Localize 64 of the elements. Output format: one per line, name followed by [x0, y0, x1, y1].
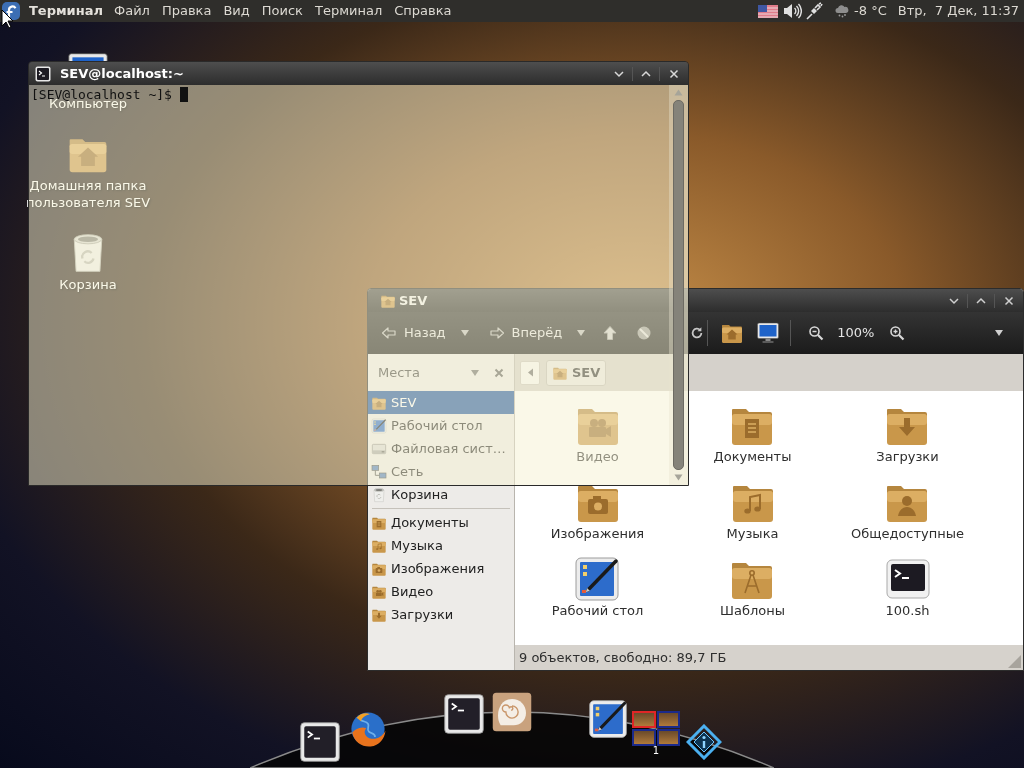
scrollbar-thumb[interactable] [673, 100, 684, 470]
folder-item[interactable]: Рабочий стол [551, 555, 644, 619]
resize-grip-icon[interactable] [1008, 655, 1021, 668]
menu-item[interactable]: Правка [155, 1, 218, 21]
workspace-thumbnail[interactable] [632, 729, 656, 746]
trash-icon [371, 486, 387, 503]
zoom-in-icon[interactable] [889, 325, 906, 341]
close-icon[interactable] [1003, 294, 1015, 307]
clock[interactable]: Втр, 7 Дек, 11:37 [897, 1, 1019, 21]
monitor-icon[interactable] [756, 321, 781, 345]
folder-item[interactable]: Загрузки [876, 401, 939, 465]
workspace-number: 1 [652, 746, 660, 756]
plug-icon[interactable] [806, 2, 824, 20]
zoom-out-icon[interactable] [808, 325, 825, 341]
terminal-icon[interactable] [443, 693, 485, 735]
stop-icon[interactable] [636, 325, 653, 341]
zoom-level: 100% [837, 324, 875, 343]
forward-arrow-icon [488, 325, 505, 341]
workspace-thumbnail[interactable] [632, 711, 656, 728]
desktop-pen-icon[interactable] [587, 698, 629, 740]
sidebar-item[interactable]: Документы [368, 511, 514, 534]
status-text: 9 объектов, свободно: 89,7 ГБ [519, 648, 727, 667]
reload-icon[interactable] [690, 326, 705, 340]
sidebar-item[interactable]: Изображения [368, 557, 514, 580]
overflow-menu-icon[interactable] [994, 328, 1004, 338]
text-cursor [179, 87, 188, 102]
desktop-pen-icon [371, 417, 387, 434]
window-title: SEV@localhost:~ [60, 64, 184, 83]
workspace-thumbnail[interactable] [656, 711, 680, 728]
sidebar-item[interactable]: Видео [368, 580, 514, 603]
menu-item[interactable]: Файл [108, 1, 156, 21]
up-arrow-icon[interactable] [602, 325, 619, 341]
folder-item[interactable]: Музыка [726, 478, 779, 542]
file-item[interactable]: 100.sh [883, 555, 932, 619]
terminal-prompt: [SEV@localhost ~]$ [31, 87, 172, 102]
left-triangle-icon [526, 368, 534, 377]
menu-item[interactable]: Вид [217, 1, 256, 21]
menu-item[interactable]: Справка [388, 1, 458, 21]
sidebar-item[interactable]: Музыка [368, 534, 514, 557]
sidebar-item[interactable]: Загрузки [368, 603, 514, 626]
folder-item[interactable]: Документы [713, 401, 792, 465]
folder-item[interactable]: Общедоступные [850, 478, 965, 542]
menu-item[interactable]: Терминал [308, 1, 389, 21]
close-icon[interactable] [668, 67, 680, 80]
flag-icon[interactable] [758, 4, 779, 18]
sidebar-item[interactable]: Корзина [368, 483, 514, 506]
terminal-icon [35, 65, 51, 82]
back-arrow-icon [381, 325, 397, 341]
window-title: SEV [399, 291, 428, 310]
network-icon [371, 463, 387, 480]
info-diamond-icon[interactable] [686, 724, 722, 760]
sidebar-header: Места [378, 363, 420, 382]
workspace-thumbnail[interactable] [656, 729, 680, 746]
folder-item[interactable]: Изображения [550, 478, 645, 542]
folder-item[interactable]: Шаблоны [720, 555, 785, 619]
desktop-pen-icon [573, 555, 622, 603]
terminal-icon[interactable] [299, 721, 341, 763]
speaker-icon[interactable] [783, 3, 803, 19]
temperature: -8 °C [854, 2, 887, 21]
scrollbar[interactable] [669, 85, 688, 485]
menu-item[interactable]: Поиск [255, 1, 309, 21]
app-menu[interactable]: Терминал [29, 1, 103, 21]
mouse-pointer-icon [1, 9, 14, 29]
cloud-icon[interactable] [835, 4, 850, 18]
